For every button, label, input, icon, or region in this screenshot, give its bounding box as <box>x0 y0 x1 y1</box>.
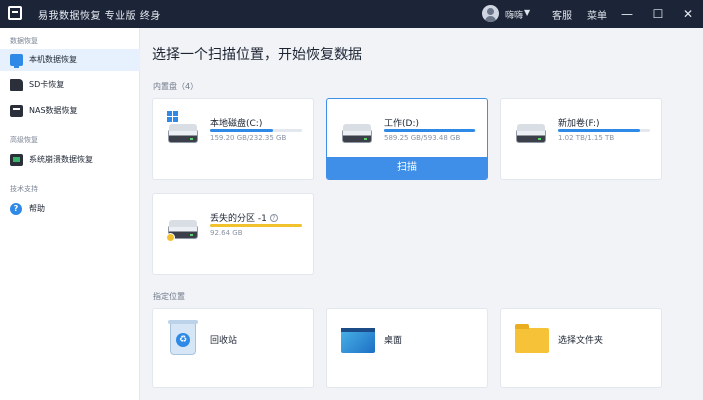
sidebar-section-advanced: 高级恢复 <box>10 136 38 144</box>
hard-drive-icon <box>168 124 198 143</box>
scan-button[interactable]: 扫描 <box>327 157 487 179</box>
app-title: 易我数据恢复 专业版 终身 <box>38 11 161 22</box>
drive-usage-fill <box>558 129 640 132</box>
sidebar-item-label: 帮助 <box>29 204 45 213</box>
warning-icon <box>166 233 175 242</box>
drive-usage-bar <box>384 129 476 132</box>
nas-icon <box>10 105 23 117</box>
hard-drive-icon <box>342 124 372 143</box>
hard-drive-icon <box>516 124 546 143</box>
refresh-icon[interactable]: C <box>341 47 349 60</box>
sidebar-item-label: NAS数据恢复 <box>29 106 78 115</box>
drive-size: 589.25 GB/593.48 GB <box>384 134 461 142</box>
sidebar-item-label: 系统崩溃数据恢复 <box>29 155 93 164</box>
drive-usage-bar <box>210 129 302 132</box>
recycle-symbol-icon: ♻ <box>176 333 190 347</box>
drive-card-d[interactable]: 工作(D:) 589.25 GB/593.48 GB 扫描 <box>326 98 488 180</box>
location-card-recycle-bin[interactable]: ♻ 回收站 <box>152 308 314 388</box>
drive-size: 159.20 GB/232.35 GB <box>210 134 287 142</box>
drive-name: 丢失的分区 -1? <box>210 211 278 224</box>
drive-name: 本地磁盘(C:) <box>210 119 263 129</box>
maximize-button[interactable]: ☐ <box>648 4 668 24</box>
sidebar-item-label: SD卡恢复 <box>29 80 65 89</box>
drive-size: 92.64 GB <box>210 229 243 237</box>
drive-name: 工作(D:) <box>384 119 419 129</box>
windows-logo-icon <box>167 111 179 123</box>
sidebar-section-recovery: 数据恢复 <box>10 37 38 45</box>
sidebar-item-label: 本机数据恢复 <box>29 55 77 64</box>
drive-card-lost-partition[interactable]: 丢失的分区 -1? 92.64 GB <box>152 193 314 275</box>
computer-icon <box>10 54 23 68</box>
drive-usage-fill <box>210 129 274 132</box>
section-builtin-drives: 内置盘（4） <box>153 82 199 91</box>
folder-icon <box>515 324 549 353</box>
chevron-down-icon[interactable]: ▼ <box>524 8 530 17</box>
drive-usage-fill <box>384 129 476 132</box>
drive-size: 1.02 TB/1.15 TB <box>558 134 615 142</box>
section-specified-location: 指定位置 <box>153 292 185 301</box>
page-title: 选择一个扫描位置，开始恢复数据 <box>152 47 362 63</box>
minimize-button[interactable]: — <box>617 4 637 24</box>
location-card-select-folder[interactable]: 选择文件夹 <box>500 308 662 388</box>
username[interactable]: 嗨嗨 <box>505 8 523 21</box>
drive-card-f[interactable]: 新加卷(F:) 1.02 TB/1.15 TB <box>500 98 662 180</box>
recycle-bin-icon: ♻ <box>168 320 198 355</box>
app-logo-icon <box>8 6 22 20</box>
drive-name: 新加卷(F:) <box>558 119 600 129</box>
close-button[interactable]: ✕ <box>678 4 698 24</box>
location-name: 桌面 <box>384 336 403 346</box>
customer-service-link[interactable]: 客服 <box>552 7 572 22</box>
title-bar: 易我数据恢复 专业版 终身 嗨嗨 ▼ 客服 菜单 — ☐ ✕ <box>0 0 703 28</box>
location-name: 选择文件夹 <box>558 336 604 346</box>
menu-link[interactable]: 菜单 <box>587 7 607 22</box>
drive-usage-bar <box>558 129 650 132</box>
drive-usage-fill <box>210 224 302 227</box>
system-crash-icon <box>10 154 23 166</box>
user-avatar[interactable] <box>482 5 499 22</box>
location-name: 回收站 <box>210 336 238 346</box>
sidebar-item-help[interactable]: ? 帮助 <box>0 198 140 220</box>
sd-card-icon <box>10 79 23 91</box>
sidebar-item-system-crash[interactable]: 系统崩溃数据恢复 <box>0 149 140 171</box>
sidebar-item-sd-card[interactable]: SD卡恢复 <box>0 74 140 96</box>
help-icon[interactable]: ? <box>269 214 278 222</box>
drive-usage-bar <box>210 224 302 227</box>
desktop-icon <box>341 328 375 353</box>
sidebar: 数据恢复 本机数据恢复 SD卡恢复 NAS数据恢复 高级恢复 系统崩溃数据恢复 … <box>0 28 140 400</box>
location-card-desktop[interactable]: 桌面 <box>326 308 488 388</box>
sidebar-item-nas[interactable]: NAS数据恢复 <box>0 100 140 122</box>
sidebar-item-local-recovery[interactable]: 本机数据恢复 <box>0 49 140 71</box>
help-icon: ? <box>10 203 22 215</box>
drive-name-text: 丢失的分区 -1 <box>210 214 267 224</box>
sidebar-section-support: 技术支持 <box>10 185 38 193</box>
drive-card-c[interactable]: 本地磁盘(C:) 159.20 GB/232.35 GB <box>152 98 314 180</box>
